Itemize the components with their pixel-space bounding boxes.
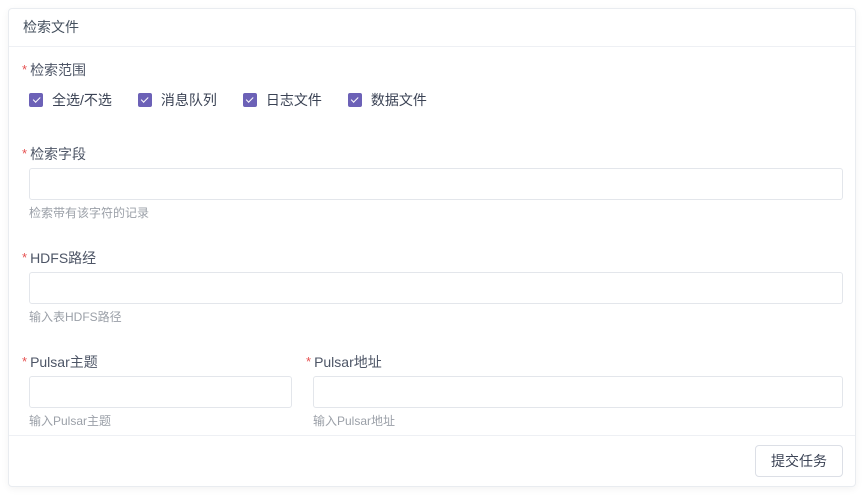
- pulsar-row: * Pulsar主题 输入Pulsar主题 * Pulsar地址 输入Pulsa…: [22, 355, 843, 435]
- form-item-scope: * 检索范围 全选/不选 消息队列 日志文件 数据文件: [22, 63, 843, 110]
- scope-label: 检索范围: [30, 63, 86, 77]
- checkbox-data-file[interactable]: 数据文件: [348, 90, 427, 110]
- check-icon: [32, 95, 39, 102]
- pulsar-address-label-row: * Pulsar地址: [306, 355, 843, 369]
- checkbox-box: [348, 93, 362, 107]
- pulsar-topic-hint: 输入Pulsar主题: [29, 414, 292, 428]
- card-body: * 检索范围 全选/不选 消息队列 日志文件 数据文件: [9, 47, 855, 435]
- pulsar-topic-control: [29, 376, 292, 408]
- form-item-pulsar-topic: * Pulsar主题 输入Pulsar主题: [22, 355, 292, 428]
- form-item-pulsar-address: * Pulsar地址 输入Pulsar地址: [306, 355, 843, 428]
- checkbox-box: [29, 93, 43, 107]
- check-icon: [246, 95, 253, 102]
- search-field-input[interactable]: [29, 168, 843, 200]
- pulsar-address-label: Pulsar地址: [314, 355, 382, 369]
- pulsar-address-control: [313, 376, 843, 408]
- check-icon: [141, 95, 148, 102]
- checkbox-box: [243, 93, 257, 107]
- hdfs-path-control: [29, 272, 843, 304]
- checkbox-label: 日志文件: [266, 90, 322, 110]
- pulsar-topic-label-row: * Pulsar主题: [22, 355, 292, 369]
- scope-checkbox-group: 全选/不选 消息队列 日志文件 数据文件: [29, 90, 843, 110]
- submit-task-button[interactable]: 提交任务: [755, 445, 843, 477]
- card-header: 检索文件: [9, 9, 855, 47]
- pulsar-address-hint: 输入Pulsar地址: [313, 414, 843, 428]
- search-file-card: 检索文件 * 检索范围 全选/不选 消息队列 日志文件: [8, 8, 856, 487]
- required-asterisk: *: [22, 355, 27, 369]
- checkbox-message-queue[interactable]: 消息队列: [138, 90, 217, 110]
- checkbox-box: [138, 93, 152, 107]
- pulsar-topic-label: Pulsar主题: [30, 355, 98, 369]
- page-title: 检索文件: [23, 19, 79, 35]
- hdfs-path-label-row: * HDFS路经: [22, 251, 843, 265]
- check-icon: [351, 95, 358, 102]
- checkbox-label: 数据文件: [371, 90, 427, 110]
- search-field-hint: 检索带有该字符的记录: [29, 206, 843, 220]
- search-field-control: [29, 168, 843, 200]
- checkbox-label: 全选/不选: [52, 90, 112, 110]
- hdfs-path-label: HDFS路经: [30, 251, 96, 265]
- card-footer: 提交任务: [9, 435, 855, 486]
- search-field-label: 检索字段: [30, 147, 86, 161]
- checkbox-select-all[interactable]: 全选/不选: [29, 90, 112, 110]
- checkbox-label: 消息队列: [161, 90, 217, 110]
- pulsar-address-input[interactable]: [313, 376, 843, 408]
- pulsar-topic-input[interactable]: [29, 376, 292, 408]
- form-item-search-field: * 检索字段 检索带有该字符的记录: [22, 147, 843, 220]
- search-field-label-row: * 检索字段: [22, 147, 843, 161]
- required-asterisk: *: [306, 355, 311, 369]
- form-item-hdfs-path: * HDFS路经 输入表HDFS路径: [22, 251, 843, 324]
- required-asterisk: *: [22, 63, 27, 77]
- required-asterisk: *: [22, 251, 27, 265]
- checkbox-log-file[interactable]: 日志文件: [243, 90, 322, 110]
- hdfs-path-input[interactable]: [29, 272, 843, 304]
- hdfs-path-hint: 输入表HDFS路径: [29, 310, 843, 324]
- required-asterisk: *: [22, 147, 27, 161]
- scope-label-row: * 检索范围: [22, 63, 843, 77]
